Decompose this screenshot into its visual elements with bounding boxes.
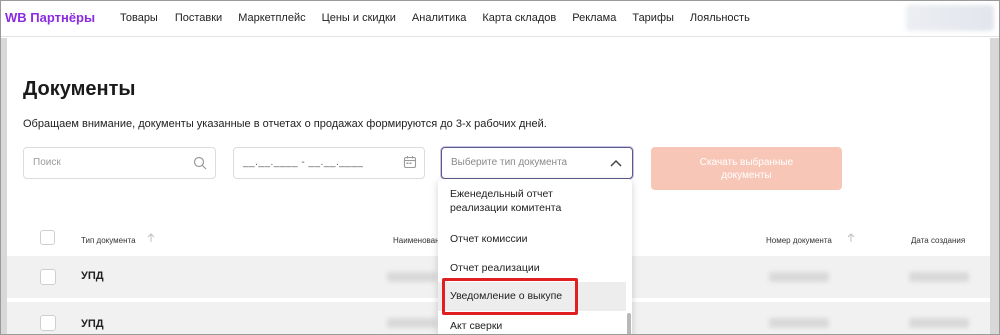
nav-item-products[interactable]: Товары (120, 12, 158, 24)
nav-item-analytics[interactable]: Аналитика (412, 12, 466, 24)
column-header-number[interactable]: Номер документа (766, 236, 832, 245)
redacted-name (387, 272, 437, 282)
date-range-field[interactable]: __.__.____ - __.__.____ (233, 147, 425, 179)
search-icon[interactable] (193, 156, 207, 170)
column-header-type[interactable]: Тип документа (81, 236, 136, 245)
nav-item-ads[interactable]: Реклама (572, 12, 616, 24)
page-title: Документы (23, 78, 136, 100)
column-header-date[interactable]: Дата создания (911, 236, 965, 245)
redacted-date (909, 318, 969, 328)
app-window: WB Партнёры Товары Поставки Маркетплейс … (0, 0, 1000, 335)
download-selected-button[interactable]: Скачать выбранные документы (651, 147, 842, 190)
dropdown-option[interactable]: Акт сверки (438, 319, 626, 333)
redacted-name (387, 318, 437, 328)
select-all-checkbox[interactable] (40, 230, 55, 245)
dropdown-option[interactable]: Отчет реализации (438, 261, 626, 275)
date-range-value: __.__.____ - __.__.____ (243, 157, 364, 168)
dropdown-scrollbar[interactable] (627, 313, 631, 334)
dropdown-option[interactable]: Еженедельный отчет реализации комитента (438, 187, 588, 215)
nav-item-tariffs[interactable]: Тарифы (632, 12, 674, 24)
dropdown-option[interactable]: Отчет комиссии (438, 232, 626, 246)
redacted-number (769, 272, 829, 282)
right-shade (990, 38, 999, 334)
redacted-date (909, 272, 969, 282)
sort-arrow-icon[interactable] (147, 233, 155, 243)
account-menu[interactable] (906, 5, 994, 31)
search-input[interactable] (33, 157, 183, 168)
chevron-up-icon[interactable] (609, 157, 623, 169)
top-navigation-bar: WB Партнёры Товары Поставки Маркетплейс … (1, 1, 999, 37)
row-checkbox[interactable] (40, 269, 56, 285)
page-notice: Обращаем внимание, документы указанные в… (23, 118, 547, 130)
row-checkbox[interactable] (40, 315, 56, 331)
nav-item-warehouse-map[interactable]: Карта складов (482, 12, 556, 24)
search-field[interactable] (23, 147, 216, 179)
dropdown-option-highlighted[interactable]: Уведомление о выкупе (438, 282, 626, 311)
nav-item-prices[interactable]: Цены и скидки (322, 12, 396, 24)
column-header-name[interactable]: Наименован (393, 236, 440, 245)
row-document-type: УПД (81, 270, 104, 282)
brand-logo[interactable]: WB Партнёры (5, 10, 95, 25)
main-nav: Товары Поставки Маркетплейс Цены и скидк… (120, 12, 766, 24)
calendar-icon[interactable] (403, 155, 417, 169)
sort-arrow-icon[interactable] (847, 233, 855, 243)
document-type-dropdown: Еженедельный отчет реализации комитента … (438, 179, 632, 334)
row-document-type: УПД (81, 318, 104, 330)
nav-item-loyalty[interactable]: Лояльность (690, 12, 750, 24)
nav-item-supplies[interactable]: Поставки (175, 12, 222, 24)
document-type-placeholder: Выберите тип документа (451, 157, 568, 168)
redacted-number (769, 318, 829, 328)
nav-item-marketplace[interactable]: Маркетплейс (238, 12, 305, 24)
document-type-select[interactable]: Выберите тип документа (441, 147, 633, 179)
